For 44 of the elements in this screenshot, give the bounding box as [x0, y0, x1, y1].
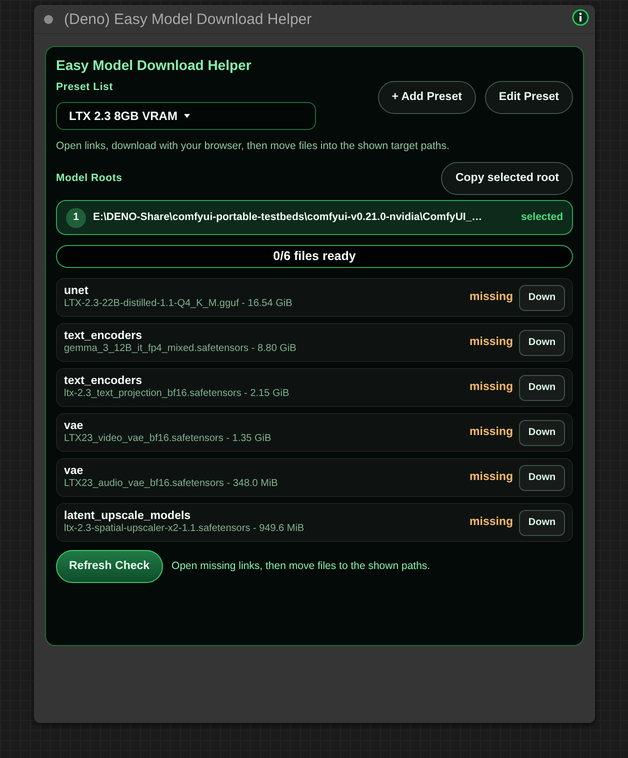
- refresh-check-button[interactable]: Refresh Check: [56, 550, 163, 583]
- download-button[interactable]: Down: [519, 510, 565, 536]
- panel-title: Easy Model Download Helper: [56, 56, 252, 74]
- model-root-row[interactable]: 1 E:\DENO-Share\comfyui-portable-testbeds\comfyui-v0.21.0-nvidia\ComfyUI_… selected: [56, 200, 573, 235]
- folder-name: text_encoders: [64, 375, 143, 388]
- file-name: LTX23_video_vae_bf16.safetensors - 1.35 GiB: [64, 433, 272, 445]
- instructions-text: Open links, download with your browser, then move files into the shown target paths.: [56, 140, 450, 153]
- refresh-hint: Open missing links, then move files to the shown paths.: [172, 558, 430, 574]
- file-name: ltx-2.3-spatial-upscaler-x2-1.1.safetensors - 949.6 MiB: [64, 523, 306, 535]
- download-button[interactable]: Down: [519, 284, 565, 310]
- download-button[interactable]: Down: [519, 464, 565, 490]
- file-name: gemma_3_12B_it_fp4_mixed.safetensors - 8.80 GiB: [64, 343, 298, 355]
- add-preset-button[interactable]: + Add Preset: [378, 81, 476, 114]
- root-path: E:\DENO-Share\comfyui-portable-testbeds\comfyui-v0.21.0-nvidia\ComfyUI_…: [93, 210, 484, 225]
- status-label: missing: [470, 334, 513, 350]
- model-roots-label: Model Roots: [56, 170, 122, 186]
- folder-name: text_encoders: [64, 330, 143, 343]
- download-button[interactable]: Down: [519, 330, 565, 356]
- file-name: ltx-2.3_text_projection_bf16.safetensors - 2.15 GiB: [64, 388, 290, 400]
- root-number: 1: [66, 208, 86, 228]
- folder-name: vae: [64, 465, 84, 478]
- status-label: missing: [470, 380, 513, 395]
- edit-preset-button[interactable]: Edit Preset: [484, 81, 573, 114]
- caret-icon: [184, 114, 190, 118]
- preset-list-label: Preset List: [56, 81, 114, 93]
- folder-name: unet: [64, 285, 90, 298]
- download-button[interactable]: Down: [519, 420, 565, 446]
- preset-select[interactable]: LTX 2.3 8GB VRAM: [56, 102, 316, 130]
- dot-icon[interactable]: [44, 14, 53, 24]
- status-label: missing: [470, 514, 513, 530]
- file-name: LTX23_audio_vae_bf16.safetensors - 348.0 MiB: [64, 478, 279, 490]
- node-title-bar[interactable]: (Deno) Easy Model Download Helper: [34, 5, 595, 34]
- download-button[interactable]: Down: [519, 374, 565, 400]
- info-icon[interactable]: [572, 8, 589, 26]
- folder-name: vae: [64, 420, 84, 433]
- status-label: missing: [470, 470, 513, 485]
- selected-label: selected: [520, 210, 563, 225]
- files-ready-text: 0/6 files ready: [273, 248, 356, 266]
- file-name: LTX-2.3-22B-distilled-1.1-Q4_K_M.gguf - 16.54 GiB: [64, 298, 294, 310]
- node-title: (Deno) Easy Model Download Helper: [64, 12, 312, 26]
- status-label: missing: [470, 424, 513, 440]
- copy-root-button[interactable]: Copy selected root: [441, 162, 573, 195]
- status-label: missing: [470, 290, 513, 305]
- folder-name: latent_upscale_models: [64, 510, 192, 523]
